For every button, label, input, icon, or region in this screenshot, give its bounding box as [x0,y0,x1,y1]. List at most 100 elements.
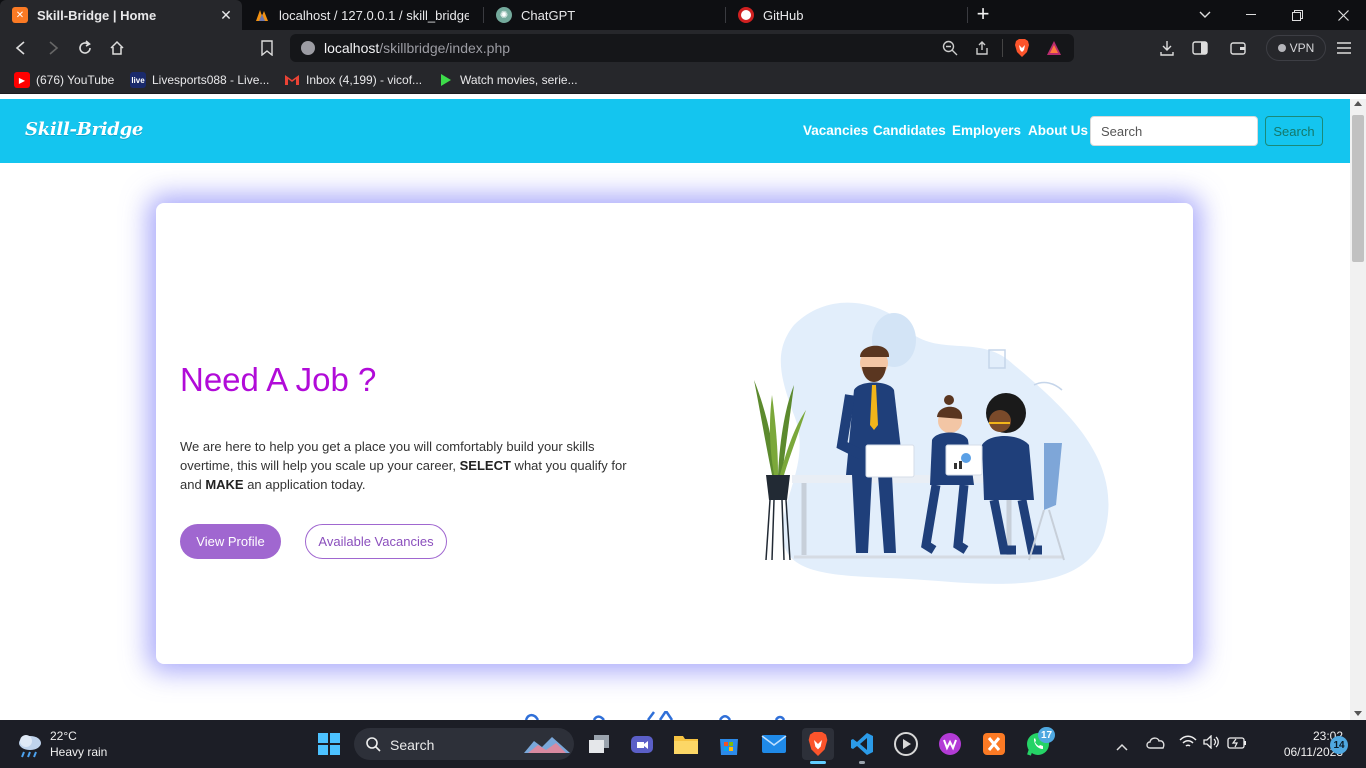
next-section-heading-peek [524,711,786,720]
scroll-down-icon[interactable] [1354,711,1362,716]
gmail-icon [284,72,300,88]
page-scrollbar[interactable] [1350,99,1366,720]
whatsapp-badge: 17 [1038,727,1055,743]
hero-title: Need A Job ? [180,361,377,398]
search-icon [366,737,381,757]
bookmark-livesports[interactable]: live Livesports088 - Live... [130,72,269,88]
tab-phpmyadmin[interactable]: localhost / 127.0.0.1 / skill_bridge / p… [242,0,484,30]
wallet-icon[interactable] [1228,38,1248,58]
nav-employers[interactable]: Employers [952,123,1021,138]
task-view-icon[interactable] [583,728,615,760]
minimize-button[interactable] [1228,0,1274,30]
nav-candidates[interactable]: Candidates [873,123,946,138]
page-viewport: Skill-Bridge Vacancies Candidates Employ… [0,99,1350,720]
scroll-up-icon[interactable] [1354,101,1362,106]
site-search-input[interactable] [1090,116,1258,146]
hero-text-bold: MAKE [205,477,244,492]
xampp-taskbar-icon[interactable] [978,728,1010,760]
downloads-icon[interactable] [1157,38,1177,58]
bookmark-label: Inbox (4,199) - vicof... [306,73,423,87]
team-meeting-illustration [754,302,1109,584]
bookmark-label: (676) YouTube [36,73,115,87]
battery-icon[interactable] [1227,736,1247,754]
taskbar-search[interactable]: Search [354,728,574,760]
hero-card: Need A Job ? We are here to help you get… [156,203,1193,664]
view-profile-button[interactable]: View Profile [180,524,281,559]
teams-meet-icon[interactable] [626,728,658,760]
available-vacancies-button[interactable]: Available Vacancies [305,524,447,559]
brave-rewards-icon[interactable] [1046,40,1062,61]
url-host: localhost [324,40,380,56]
phpmyadmin-icon [254,7,270,23]
livesports-icon: live [130,72,146,88]
nav-about-us[interactable]: About Us [1028,123,1088,138]
tab-list-chevron-icon[interactable] [1182,0,1228,30]
address-bar[interactable]: localhost/skillbridge/index.php [290,34,1074,62]
home-icon[interactable] [107,38,127,58]
active-app-indicator [810,761,826,764]
site-search-button[interactable]: Search [1265,116,1323,146]
new-tab-button[interactable]: + [972,3,994,26]
bookmark-icon[interactable] [257,38,277,58]
hero-text-bold: SELECT [459,458,511,473]
tab-skill-bridge[interactable]: ✕ Skill-Bridge | Home ✕ [0,0,242,30]
clock-date[interactable]: 06/11/2023 [1250,745,1343,759]
hero-text-part: an application today. [243,477,366,492]
wps-office-icon[interactable] [934,728,966,760]
bookmark-label: Watch movies, serie... [460,73,578,87]
mail-icon[interactable] [758,728,790,760]
weather-temperature[interactable]: 22°C [50,729,77,743]
scrollbar-thumb[interactable] [1352,115,1364,262]
back-icon[interactable] [11,38,31,58]
file-explorer-icon[interactable] [670,728,702,760]
bookmark-gmail[interactable]: Inbox (4,199) - vicof... [284,72,422,88]
tab-title: Skill-Bridge | Home [37,7,157,23]
weather-description[interactable]: Heavy rain [50,745,107,759]
tab-separator [967,7,968,23]
chatgpt-icon: ✺ [496,7,512,23]
url-text: localhost/skillbridge/index.php [324,40,510,56]
bookmark-movies[interactable]: Watch movies, serie... [438,72,578,88]
site-info-icon[interactable] [301,41,315,55]
vpn-button[interactable]: VPN [1266,35,1326,61]
weather-rain-icon[interactable] [16,732,44,763]
share-icon[interactable] [974,40,990,61]
reload-icon[interactable] [75,38,95,58]
github-icon [738,7,754,23]
url-path: /skillbridge/index.php [379,40,511,56]
tray-chevron-up-icon[interactable] [1116,738,1128,756]
brave-shields-icon[interactable] [1014,39,1030,62]
volume-icon[interactable] [1203,734,1221,754]
bookmark-label: Livesports088 - Live... [152,73,270,87]
wifi-icon[interactable] [1179,735,1197,754]
vscode-icon[interactable] [846,728,878,764]
microsoft-store-icon[interactable] [713,728,745,760]
restore-button[interactable] [1274,0,1320,30]
windows-start-icon[interactable] [313,728,345,760]
onedrive-icon[interactable] [1146,735,1166,754]
play-icon [438,72,454,88]
tab-github[interactable]: GitHub [726,0,968,30]
nav-vacancies[interactable]: Vacancies [803,123,868,138]
site-logo[interactable]: Skill-Bridge [25,119,143,140]
menu-icon[interactable] [1334,38,1354,58]
windows-taskbar: 22°C Heavy rain Search 17 23:02 06/11/20… [0,720,1366,768]
tab-chatgpt[interactable]: ✺ ChatGPT [484,0,726,30]
youtube-icon: ▶ [14,72,30,88]
taskbar-search-label: Search [390,737,435,753]
bookmark-youtube[interactable]: ▶ (676) YouTube [14,72,114,88]
close-window-button[interactable] [1320,0,1366,30]
hero-description: We are here to help you get a place you … [180,437,650,494]
running-app-indicator [859,761,865,764]
sidebar-icon[interactable] [1190,38,1210,58]
bookmarks-bar: ▶ (676) YouTube live Livesports088 - Liv… [0,66,1366,94]
zoom-icon[interactable] [942,40,958,61]
notification-badge[interactable]: 14 [1330,736,1348,754]
close-tab-icon[interactable]: ✕ [218,7,234,23]
tab-title: GitHub [763,7,804,23]
brave-taskbar-icon[interactable] [802,728,834,764]
tab-title: ChatGPT [521,7,576,23]
xampp-icon: ✕ [12,7,28,23]
forward-icon[interactable] [43,38,63,58]
media-player-icon[interactable] [890,728,922,760]
